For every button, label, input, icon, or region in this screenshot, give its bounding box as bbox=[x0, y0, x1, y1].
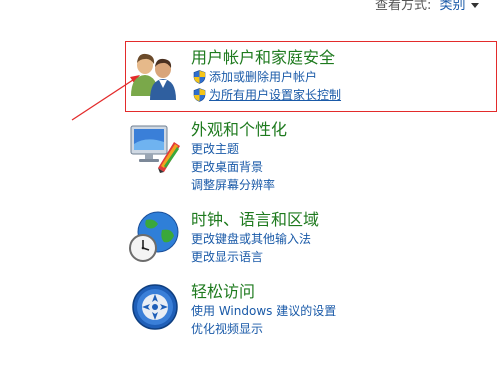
link-text: 为所有用户设置家长控制 bbox=[209, 88, 342, 102]
category-title[interactable]: 时钟、语言和区域 bbox=[191, 210, 491, 230]
change-keyboard-input-link[interactable]: 更改键盘或其他输入法 bbox=[191, 230, 491, 248]
adjust-screen-resolution-link[interactable]: 调整屏幕分辨率 bbox=[191, 176, 491, 194]
change-theme-link[interactable]: 更改主题 bbox=[191, 140, 491, 158]
view-by-control: 查看方式: 类别 bbox=[375, 0, 479, 13]
category-title[interactable]: 用户帐户和家庭安全 bbox=[191, 48, 491, 68]
ease-of-access-icon[interactable] bbox=[128, 282, 182, 336]
users-icon[interactable] bbox=[128, 48, 182, 102]
monitor-palette-icon[interactable] bbox=[128, 120, 182, 174]
view-by-value: 类别 bbox=[439, 0, 466, 13]
globe-clock-icon[interactable] bbox=[128, 210, 182, 264]
link-text: 添加或删除用户帐户 bbox=[209, 70, 318, 84]
shield-icon bbox=[193, 88, 206, 102]
category-title[interactable]: 外观和个性化 bbox=[191, 120, 491, 140]
optimize-video-display-link[interactable]: 优化视频显示 bbox=[191, 320, 491, 338]
chevron-down-icon bbox=[470, 3, 479, 8]
parental-controls-link[interactable]: 为所有用户设置家长控制 bbox=[193, 86, 491, 104]
change-display-language-link[interactable]: 更改显示语言 bbox=[191, 248, 491, 266]
shield-icon bbox=[193, 70, 206, 84]
category-title[interactable]: 轻松访问 bbox=[191, 282, 491, 302]
change-desktop-background-link[interactable]: 更改桌面背景 bbox=[191, 158, 491, 176]
view-by-label: 查看方式: bbox=[375, 0, 432, 13]
use-recommended-settings-link[interactable]: 使用 Windows 建议的设置 bbox=[191, 302, 491, 320]
view-by-dropdown[interactable]: 类别 bbox=[440, 0, 479, 13]
add-remove-user-link[interactable]: 添加或删除用户帐户 bbox=[193, 68, 491, 86]
